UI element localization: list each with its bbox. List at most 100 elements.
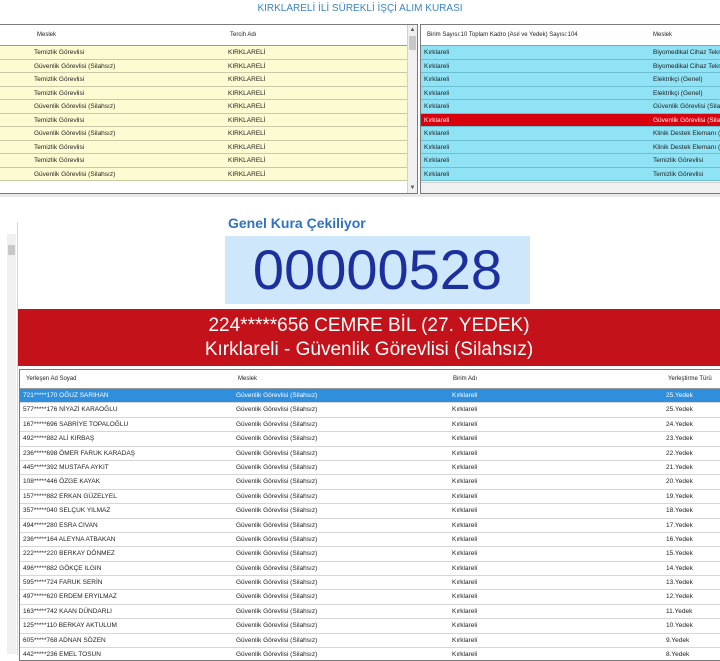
unit-row-cell: Elektrikçi (Genel) (653, 89, 703, 97)
column-header-meslek[interactable]: Meslek (653, 32, 672, 38)
candidate-row[interactable]: Temizlik Görevlisi KIRKLARELİ (0, 86, 417, 100)
result-row-cell: Güvenlik Görevlisi (Silahsız) (236, 492, 318, 500)
candidate-row[interactable]: Temizlik Görevlisi KIRKLARELİ (0, 73, 417, 87)
column-header-birim-sayisi[interactable]: Birim Sayısı:10 Toplam Kadro (Asıl ve Ye… (427, 32, 578, 38)
candidate-row-cell: KIRKLARELİ (228, 49, 266, 56)
candidate-row[interactable]: Güvenlik Görevlisi (Silahsız) KIRKLARELİ (0, 59, 417, 73)
candidate-row-cell: Güvenlik Görevlisi (Silahsız) (34, 130, 116, 137)
candidate-row[interactable]: Temizlik Görevlisi KIRKLARELİ (0, 46, 417, 60)
result-row[interactable]: 577*****176 NİYAZİ KARAOĞLU Güvenlik Göre… (20, 403, 720, 418)
result-row-cell: Kırklareli (452, 449, 478, 457)
candidate-row[interactable]: Güvenlik Görevlisi (Silahsız) KIRKLARELİ (0, 100, 417, 114)
column-header-meslek[interactable]: Meslek (37, 32, 56, 38)
result-row-cell: 22.Yedek (666, 449, 693, 457)
result-row-cell: Kırklareli (452, 435, 478, 443)
result-row-cell: 236*****164 ALEYNA ATBAKAN (23, 535, 116, 543)
unit-row[interactable]: Kırklareli Klinik Destek Elemanı (H (421, 127, 720, 141)
candidate-row-cell: KIRKLARELİ (228, 157, 266, 164)
unit-row-cell: Kırklareli (424, 89, 450, 97)
result-row-cell: 16.Yedek (666, 535, 693, 543)
side-scrollbar[interactable] (7, 234, 16, 654)
candidate-row-cell: KIRKLARELİ (228, 62, 266, 70)
result-row-cell: Kırklareli (452, 420, 478, 428)
result-row[interactable]: 605*****768 ADNAN SÖZEN Güvenlik Görevlis… (20, 633, 720, 649)
left-candidates-grid[interactable]: Meslek Tercih Adı Temizlik Görevlisi KIRK… (0, 24, 418, 194)
result-row-selected[interactable]: 721*****170 OĞUZ SARIHAN Güvenlik Görevli… (20, 389, 720, 404)
result-row-cell: 494*****280 ESRA CIVAN (23, 521, 98, 529)
result-row[interactable]: 494*****280 ESRA CIVAN Güvenlik Görevlisi… (20, 518, 720, 533)
result-row[interactable]: 595*****724 FARUK SERİN Güvenlik Görevlis… (20, 576, 720, 591)
draw-number: 00000528 (252, 238, 503, 301)
candidate-row-cell: KIRKLARELİ (228, 89, 266, 97)
unit-row-cell: Biyomedikal Cihaz Tekn (653, 62, 720, 70)
result-row[interactable]: 157*****882 ERKAN GÜZELYEL Güvenlik Görev… (20, 489, 720, 505)
unit-row[interactable]: Kırklareli Klinik Destek Elemanı (H (421, 140, 720, 154)
result-row-cell: Kırklareli (452, 622, 478, 630)
result-row-cell: 167*****696 SABRİYE TOPALOĞLU (23, 420, 129, 428)
unit-row-cell: Kırklareli (424, 130, 450, 137)
unit-row[interactable]: Kırklareli Elektrikçi (Genel) (421, 73, 720, 87)
result-row[interactable]: 163*****742 KAAN DÜNDARLI Güvenlik Görevl… (20, 604, 720, 620)
candidate-row[interactable]: Temizlik Görevlisi KIRKLARELİ (0, 113, 417, 127)
winner-banner: 224*****656 CEMRE BİL (27. YEDEK) Kırkla… (18, 309, 720, 366)
unit-row[interactable]: Kırklareli Temizlik Görevlisi (421, 154, 720, 168)
candidate-row-cell: Temizlik Görevlisi (34, 157, 85, 164)
result-row[interactable]: 492*****882 ALİ KIRBAŞ Güvenlik Görevlisi… (20, 432, 720, 447)
unit-row[interactable]: Kırklareli Biyomedikal Cihaz Tekn (421, 59, 720, 73)
unit-row[interactable]: Kırklareli Elektrikçi (Genel) (421, 86, 720, 100)
result-row-cell: Kırklareli (452, 550, 478, 558)
result-row[interactable]: 222*****220 BERKAY DÖNMEZ Güvenlik Görevl… (20, 547, 720, 562)
app-title: KIRKLARELİ İLİ SÜREKLİ İŞÇİ ALIM KURASI (257, 3, 463, 14)
result-row[interactable]: 236*****698 ÖMER FARUK KARADAŞ Güvenlik G… (20, 446, 720, 461)
left-grid-vscroll[interactable]: ▲ ▼ (407, 25, 417, 193)
result-row[interactable]: 108*****446 ÖZGE KAYAK Güvenlik Görevlisi… (20, 475, 720, 490)
result-row-cell: Kırklareli (452, 636, 478, 644)
candidate-row-cell: KIRKLARELİ (228, 76, 266, 83)
unit-row[interactable]: Kırklareli Güvenlik Görevlisi (Silah (421, 100, 720, 114)
column-header-meslek[interactable]: Meslek (238, 376, 257, 382)
scroll-up-arrow-icon[interactable]: ▲ (408, 25, 417, 35)
scroll-thumb[interactable] (409, 36, 416, 50)
unit-row-cell: Kırklareli (424, 62, 450, 70)
unit-row-selected[interactable]: Kırklareli Güvenlik Görevlisi (Silah (421, 113, 720, 127)
result-row-cell: Güvenlik Görevlisi (Silahsız) (236, 406, 318, 414)
unit-row-cell: Temizlik Görevlisi (653, 170, 704, 178)
scroll-down-arrow-icon[interactable]: ▼ (408, 183, 417, 193)
result-row-cell: 496*****882 GÖKÇE ILGIN (23, 564, 102, 572)
result-row-cell: Kırklareli (452, 392, 478, 399)
unit-row-cell: Kırklareli (424, 170, 450, 178)
result-row-cell: 163*****742 KAAN DÜNDARLI (23, 607, 112, 615)
unit-row[interactable]: Kırklareli Temizlik Görevlisi (421, 167, 720, 181)
candidate-row[interactable]: Güvenlik Görevlisi (Silahsız) KIRKLARELİ (0, 167, 417, 181)
units-grid-hscroll[interactable] (421, 182, 720, 193)
result-row[interactable]: 357*****040 SELÇUK YILMAZ Güvenlik Görevl… (20, 504, 720, 519)
candidate-row[interactable]: Temizlik Görevlisi KIRKLARELİ (0, 140, 417, 154)
result-row-cell: 17.Yedek (666, 521, 693, 529)
result-row-cell: Güvenlik Görevlisi (Silahsız) (236, 449, 318, 457)
units-grid[interactable]: Birim Sayısı:10 Toplam Kadro (Asıl ve Ye… (420, 24, 720, 194)
result-row-cell: 595*****724 FARUK SERİN (23, 579, 103, 587)
column-header-yerlestirme-turu[interactable]: Yerleştirme Türü (668, 376, 712, 382)
result-row-cell: Güvenlik Görevlisi (Silahsız) (236, 579, 318, 587)
unit-row-cell: Kırklareli (424, 49, 450, 56)
result-row[interactable]: 497*****620 ERDEM ERYILMAZ Güvenlik Görev… (20, 590, 720, 605)
candidate-row[interactable]: Güvenlik Görevlisi (Silahsız) KIRKLARELİ (0, 127, 417, 141)
result-row[interactable]: 167*****696 SABRİYE TOPALOĞLU Güvenlik Gö… (20, 417, 720, 433)
candidate-row-cell: Güvenlik Görevlisi (Silahsız) (34, 170, 116, 178)
results-grid[interactable]: Yerleşen Ad Soyad Meslek Birim Adı Yerle… (19, 369, 720, 661)
unit-row[interactable]: Kırklareli Biyomedikal Cihaz Tekn (421, 46, 720, 60)
unit-row-cell: Kırklareli (424, 103, 450, 110)
column-header-tercih[interactable]: Tercih Adı (230, 32, 256, 38)
result-row-cell: 11.Yedek (666, 607, 693, 615)
result-row-cell: Güvenlik Görevlisi (Silahsız) (236, 636, 318, 644)
result-row[interactable]: 445*****392 MUSTAFA AYKIT Güvenlik Görevl… (20, 460, 720, 476)
side-scroll-thumb[interactable] (8, 245, 15, 255)
result-row[interactable]: 236*****164 ALEYNA ATBAKAN Güvenlik Görev… (20, 532, 720, 548)
result-row-cell: Kırklareli (452, 579, 478, 587)
unit-row-cell: Temizlik Görevlisi (653, 157, 704, 164)
column-header-birim-adi[interactable]: Birim Adı (453, 376, 477, 382)
result-row[interactable]: 496*****882 GÖKÇE ILGIN Güvenlik Görevlis… (20, 561, 720, 577)
result-row[interactable]: 125*****110 BERKAY AKTULUM Güvenlik Görev… (20, 619, 720, 634)
candidate-row[interactable]: Temizlik Görevlisi KIRKLARELİ (0, 154, 417, 168)
column-header-ad-soyad[interactable]: Yerleşen Ad Soyad (26, 376, 76, 382)
